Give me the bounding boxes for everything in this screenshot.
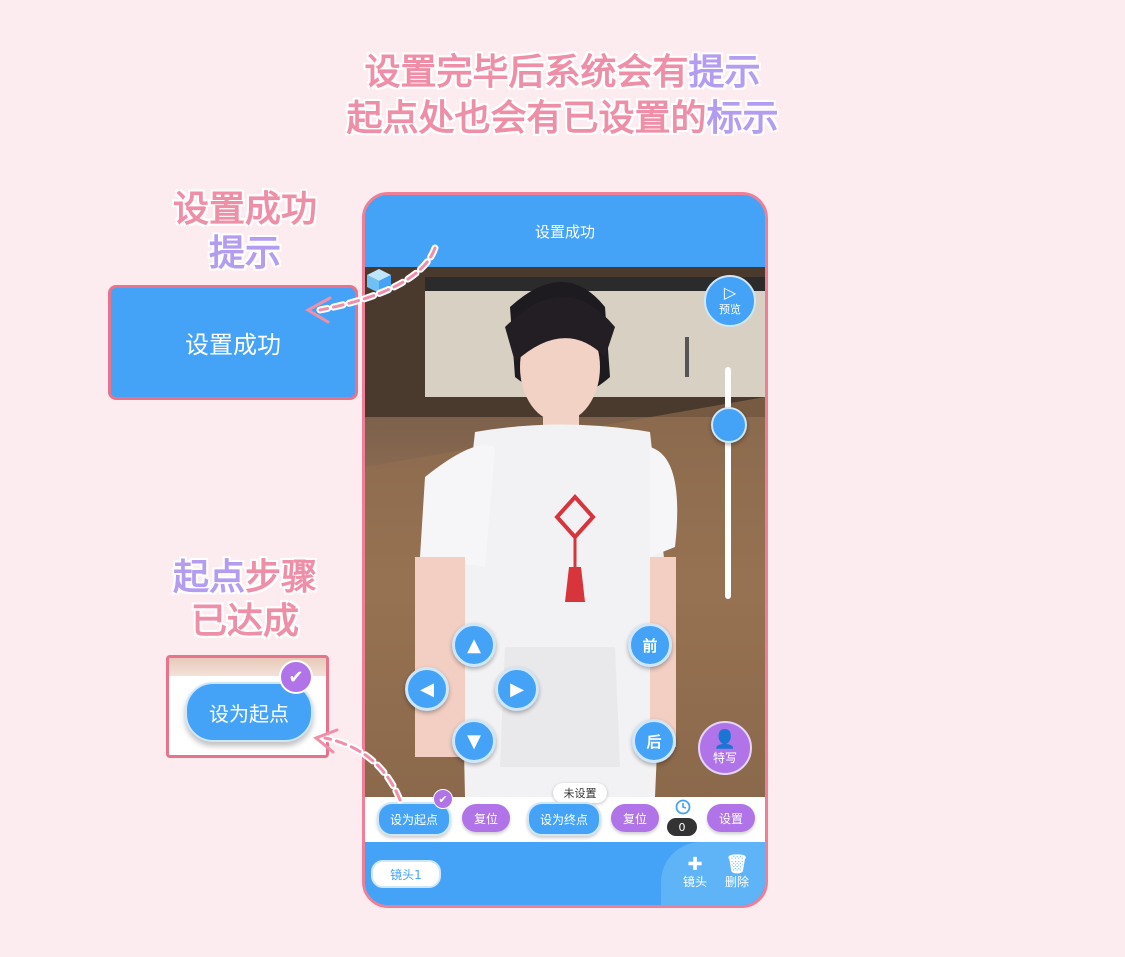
start-zoom-box: 设为起点 ✔	[166, 655, 329, 758]
arrow-right-icon: ▶	[510, 678, 524, 700]
step-title-a: 起点	[172, 557, 245, 598]
reset-start-button[interactable]: 复位	[462, 804, 510, 832]
add-shot-button[interactable]: ✚ 镜头	[675, 856, 715, 890]
back-label: 后	[646, 732, 662, 751]
play-icon: ▷	[723, 283, 737, 302]
portrait-label: 特写	[712, 750, 737, 765]
shot-tools-panel: ✚ 镜头 🗑 删除	[661, 842, 765, 905]
arrow-left-icon: ◀	[420, 678, 434, 700]
plus-icon: ✚	[687, 854, 703, 875]
headline-line2-a: 起点处也会有已设置的	[346, 98, 707, 139]
shots-bar: 镜头1 ✚ 镜头 🗑 删除	[365, 842, 765, 905]
dpad-up-button[interactable]: ▲	[452, 623, 496, 667]
arrow-down-icon: ▼	[467, 730, 481, 752]
person-icon: 👤	[713, 728, 737, 750]
move-back-button[interactable]: 后	[632, 719, 676, 763]
success-zoom-box: 设置成功	[108, 285, 358, 400]
step-title-b: 步骤	[245, 557, 318, 598]
dpad-left-button[interactable]: ◀	[405, 667, 449, 711]
delete-label: 删除	[724, 875, 749, 889]
preview-button[interactable]: ▷ 预览	[704, 275, 756, 327]
reset-end-button[interactable]: 复位	[611, 804, 659, 832]
clock-icon	[675, 799, 691, 815]
zoom-slider-handle[interactable]	[711, 407, 747, 443]
shot-controls: 设为起点 ✔ 复位 未设置 设为终点 复位 0 设置	[365, 783, 765, 842]
zoom-slider-track[interactable]	[725, 367, 731, 599]
timer-value[interactable]: 0	[667, 818, 697, 836]
shot-tab-1[interactable]: 镜头1	[371, 860, 441, 888]
portrait-button[interactable]: 👤 特写	[698, 721, 752, 775]
headline: 设置完毕后系统会有提示 起点处也会有已设置的标示	[0, 50, 1125, 142]
toast-message: 设置成功	[534, 222, 595, 241]
toast-bar: 设置成功	[365, 195, 765, 267]
success-callout-title: 设置成功 提示	[150, 188, 340, 276]
headline-line1-a: 设置完毕后系统会有	[364, 52, 689, 93]
preview-label: 预览	[719, 303, 741, 316]
add-shot-label: 镜头	[682, 875, 707, 889]
set-end-button[interactable]: 设为终点	[527, 802, 601, 836]
success-title-line1: 设置成功	[172, 189, 317, 230]
end-status-tooltip: 未设置	[553, 783, 607, 803]
step-title-line2: 已达成	[190, 601, 299, 642]
cube-view-icon[interactable]	[365, 267, 393, 295]
delete-shot-button[interactable]: 🗑 删除	[717, 856, 757, 890]
move-forward-button[interactable]: 前	[628, 623, 672, 667]
scene-viewport[interactable]: ▷ 预览 👤 特写 ▲ ◀ ▶ ▼ 前 后	[365, 267, 765, 797]
success-title-line2: 提示	[208, 233, 281, 274]
headline-line2-b: 标示	[706, 98, 779, 139]
headline-line1-b: 提示	[688, 52, 761, 93]
step-callout-title: 起点步骤 已达成	[150, 556, 340, 644]
character-scene	[365, 267, 765, 797]
phone-screen: 设置成功 ▷ 预览 👤 特写 ▲ ◀ ▶ ▼ 前 后 设为起点 ✔ 复位 未设置…	[362, 192, 768, 908]
forward-label: 前	[642, 636, 658, 655]
check-icon: ✔	[279, 660, 313, 694]
dpad-down-button[interactable]: ▼	[452, 719, 496, 763]
check-icon: ✔	[433, 789, 453, 809]
dpad-right-button[interactable]: ▶	[495, 667, 539, 711]
trash-icon: 🗑	[725, 854, 749, 875]
arrow-up-icon: ▲	[467, 634, 481, 656]
settings-button[interactable]: 设置	[707, 804, 755, 832]
